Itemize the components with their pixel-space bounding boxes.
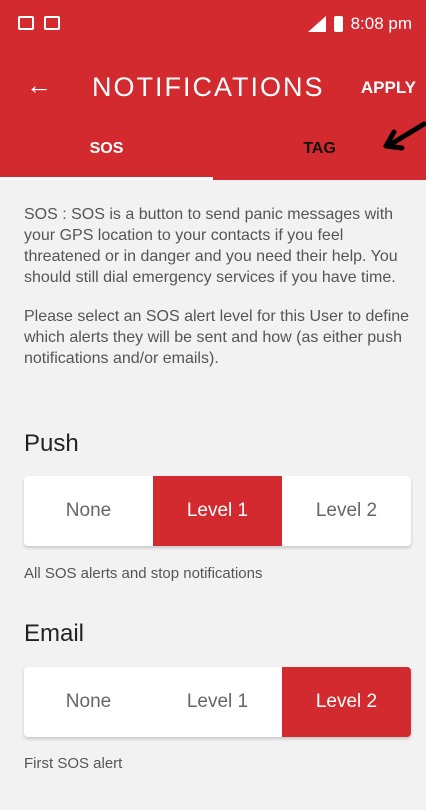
email-level2-button[interactable]: Level 2 (282, 667, 411, 737)
app-bar: ← NOTIFICATIONS APPLY (0, 50, 426, 126)
signal-icon (307, 16, 326, 32)
status-bar: 8:08 pm (0, 0, 426, 50)
battery-icon (333, 16, 343, 32)
email-level-selector: None Level 1 Level 2 (24, 667, 411, 737)
push-section-title: Push (24, 430, 79, 457)
apply-button[interactable]: APPLY (361, 78, 416, 98)
back-arrow-icon[interactable]: ← (26, 70, 52, 101)
page-title: NOTIFICATIONS (92, 72, 325, 102)
gmail-icon (18, 16, 34, 30)
tab-bar: SOS TAG (0, 126, 426, 180)
sos-description: SOS : SOS is a button to send panic mess… (24, 206, 398, 286)
pointer-arrow-icon (383, 121, 426, 151)
email-section-title: Email (24, 620, 85, 647)
push-level1-button[interactable]: Level 1 (153, 476, 282, 546)
main-content: SOS : SOS is a button to send panic mess… (0, 180, 426, 810)
image-icon (44, 16, 60, 30)
status-time: 8:08 pm (350, 14, 412, 33)
push-level-selector: None Level 1 Level 2 (24, 476, 411, 546)
push-level2-button[interactable]: Level 2 (282, 476, 411, 546)
push-caption: All SOS alerts and stop notifications (24, 565, 263, 582)
email-caption: First SOS alert (24, 755, 123, 772)
email-none-button[interactable]: None (24, 667, 153, 737)
push-none-button[interactable]: None (24, 476, 153, 546)
email-level1-button[interactable]: Level 1 (153, 667, 282, 737)
tab-sos[interactable]: SOS (0, 126, 213, 180)
alert-level-instructions: Please select an SOS alert level for thi… (24, 308, 410, 367)
